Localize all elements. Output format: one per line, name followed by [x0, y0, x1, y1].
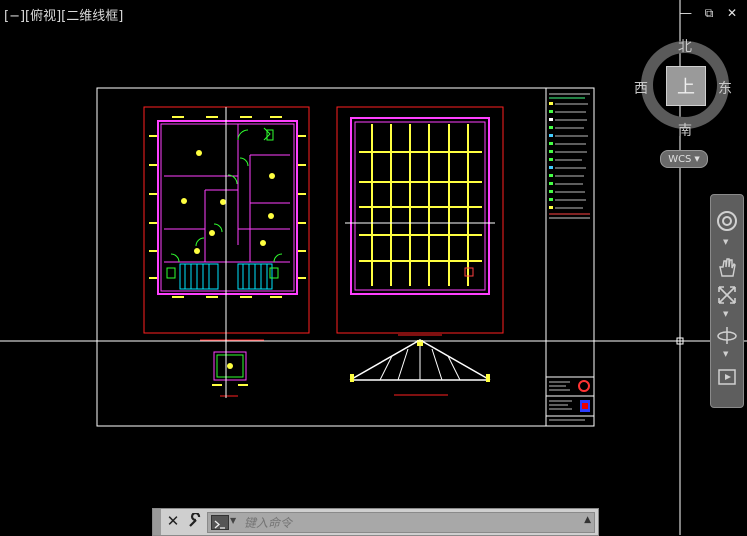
chevron-down-icon[interactable]: ▼ — [723, 351, 731, 358]
command-prompt-icon[interactable] — [211, 515, 229, 530]
compass-west[interactable]: 西 — [634, 78, 648, 98]
chevron-down-icon[interactable]: ▼ — [723, 311, 731, 318]
orbit-icon[interactable] — [714, 323, 740, 347]
grid-plan-sheet — [336, 106, 504, 336]
navigation-bar: ▼ ▼ ▼ — [710, 194, 744, 408]
command-field[interactable]: ▼ ▲ — [207, 512, 595, 533]
command-line: ✕ ▼ ▲ — [152, 508, 599, 536]
viewcube[interactable]: 北 南 东 西 上 WCS ▼ — [634, 34, 742, 174]
stair-detail — [212, 351, 248, 397]
compass-north[interactable]: 北 — [678, 36, 692, 56]
chevron-down-icon[interactable]: ▼ — [230, 516, 236, 525]
wrench-icon[interactable] — [187, 511, 203, 529]
paper-border — [96, 87, 595, 427]
command-history-up-icon[interactable]: ▲ — [584, 515, 591, 525]
steering-wheel-icon[interactable] — [714, 209, 740, 233]
pan-hand-icon[interactable] — [714, 255, 740, 279]
chevron-down-icon[interactable]: ▼ — [723, 239, 731, 246]
wcs-menu-button[interactable]: WCS ▼ — [660, 150, 708, 168]
viewcube-top-face[interactable]: 上 — [666, 66, 706, 106]
wcs-label: WCS — [668, 153, 692, 165]
title-block-stamp — [546, 376, 594, 421]
command-input[interactable] — [244, 513, 574, 532]
zoom-extents-icon[interactable] — [714, 283, 740, 307]
title-block-legend — [549, 93, 590, 219]
compass-south[interactable]: 南 — [678, 120, 692, 140]
showmotion-icon[interactable] — [714, 365, 740, 389]
chevron-down-icon: ▼ — [694, 155, 700, 163]
roof-truss-elevation — [349, 339, 491, 396]
compass-east[interactable]: 东 — [718, 78, 732, 98]
close-icon[interactable]: ✕ — [165, 512, 181, 530]
title-block — [545, 87, 595, 427]
drag-handle[interactable] — [153, 509, 161, 535]
